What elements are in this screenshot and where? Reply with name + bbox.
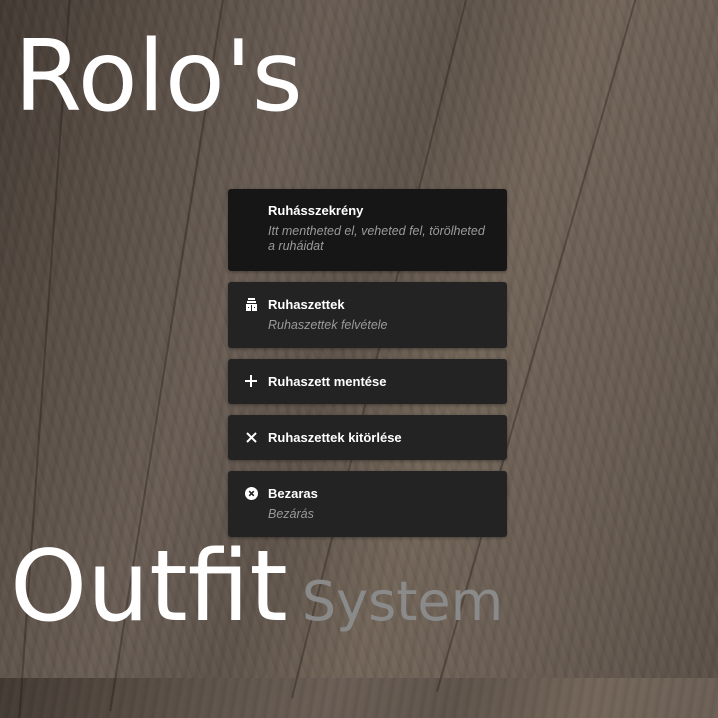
- title-system: System: [301, 570, 504, 633]
- plus-icon: [244, 374, 258, 388]
- menu-header-title: Ruhásszekrény: [268, 203, 364, 218]
- menu-item-label: Ruhaszettek kitörlése: [268, 430, 402, 445]
- wardrobe-icon: [244, 297, 258, 311]
- circle-x-icon: [244, 486, 258, 500]
- menu-item-label: Ruhaszett mentése: [268, 374, 387, 389]
- menu-item-description: Ruhaszettek felvétele: [268, 318, 388, 332]
- menu-item-bezaras[interactable]: Bezaras Bezárás: [228, 471, 507, 537]
- menu-header-description: Itt mentheted el, veheted fel, törölhete…: [268, 224, 485, 253]
- wardrobe-menu: Ruhásszekrény Itt mentheted el, veheted …: [228, 189, 507, 548]
- menu-item-label: Ruhaszettek: [268, 297, 345, 312]
- title-outfit: Outfit: [10, 530, 288, 644]
- title-rolos: Rolo's: [14, 20, 303, 134]
- menu-header: Ruhásszekrény Itt mentheted el, veheted …: [228, 189, 507, 271]
- title-outfit-system: Outfit System: [10, 538, 503, 636]
- menu-item-label: Bezaras: [268, 486, 318, 501]
- close-icon: [244, 430, 258, 444]
- menu-item-description: Bezárás: [268, 507, 314, 521]
- menu-item-ruhaszettek[interactable]: Ruhaszettek Ruhaszettek felvétele: [228, 282, 507, 348]
- menu-item-ruhaszett-mentese[interactable]: Ruhaszett mentése: [228, 359, 507, 404]
- menu-item-ruhaszettek-kitorlese[interactable]: Ruhaszettek kitörlése: [228, 415, 507, 460]
